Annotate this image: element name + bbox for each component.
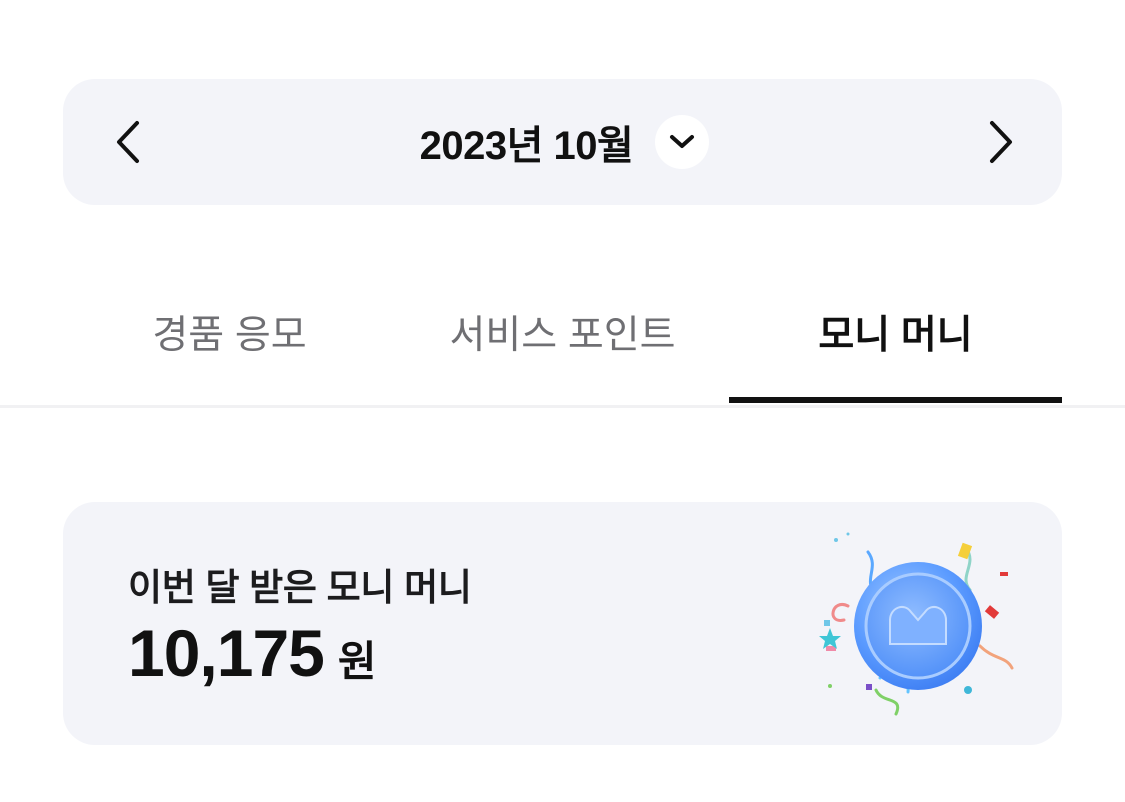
month-label[interactable]: 2023년 10월 [420,113,634,171]
tab-moni-money[interactable]: 모니 머니 [729,260,1062,402]
next-month-button[interactable] [976,117,1026,167]
chevron-right-icon [990,121,1012,163]
tab-label: 서비스 포인트 [449,314,676,357]
active-tab-indicator [729,397,1062,403]
tab-bar: 경품 응모 서비스 포인트 모니 머니 [0,260,1125,408]
tab-label: 경품 응모 [152,314,307,357]
tab-prize-entry[interactable]: 경품 응모 [63,260,396,402]
coin-confetti-icon [819,532,1014,716]
chevron-down-icon [670,135,695,148]
month-display: 2023년 10월 [63,79,1062,205]
amount-unit: 원 [337,638,377,685]
amount-value: 10,175 [128,616,325,690]
tab-label: 모니 머니 [818,314,973,357]
monthly-money-card: 이번 달 받은 모니 머니 10,175 원 [63,502,1062,745]
amount-display: 10,175 원 [128,615,377,691]
month-selector: 2023년 10월 [63,79,1062,205]
month-dropdown-button[interactable] [655,115,710,169]
card-title: 이번 달 받은 모니 머니 [128,567,472,608]
tab-service-points[interactable]: 서비스 포인트 [396,260,729,402]
